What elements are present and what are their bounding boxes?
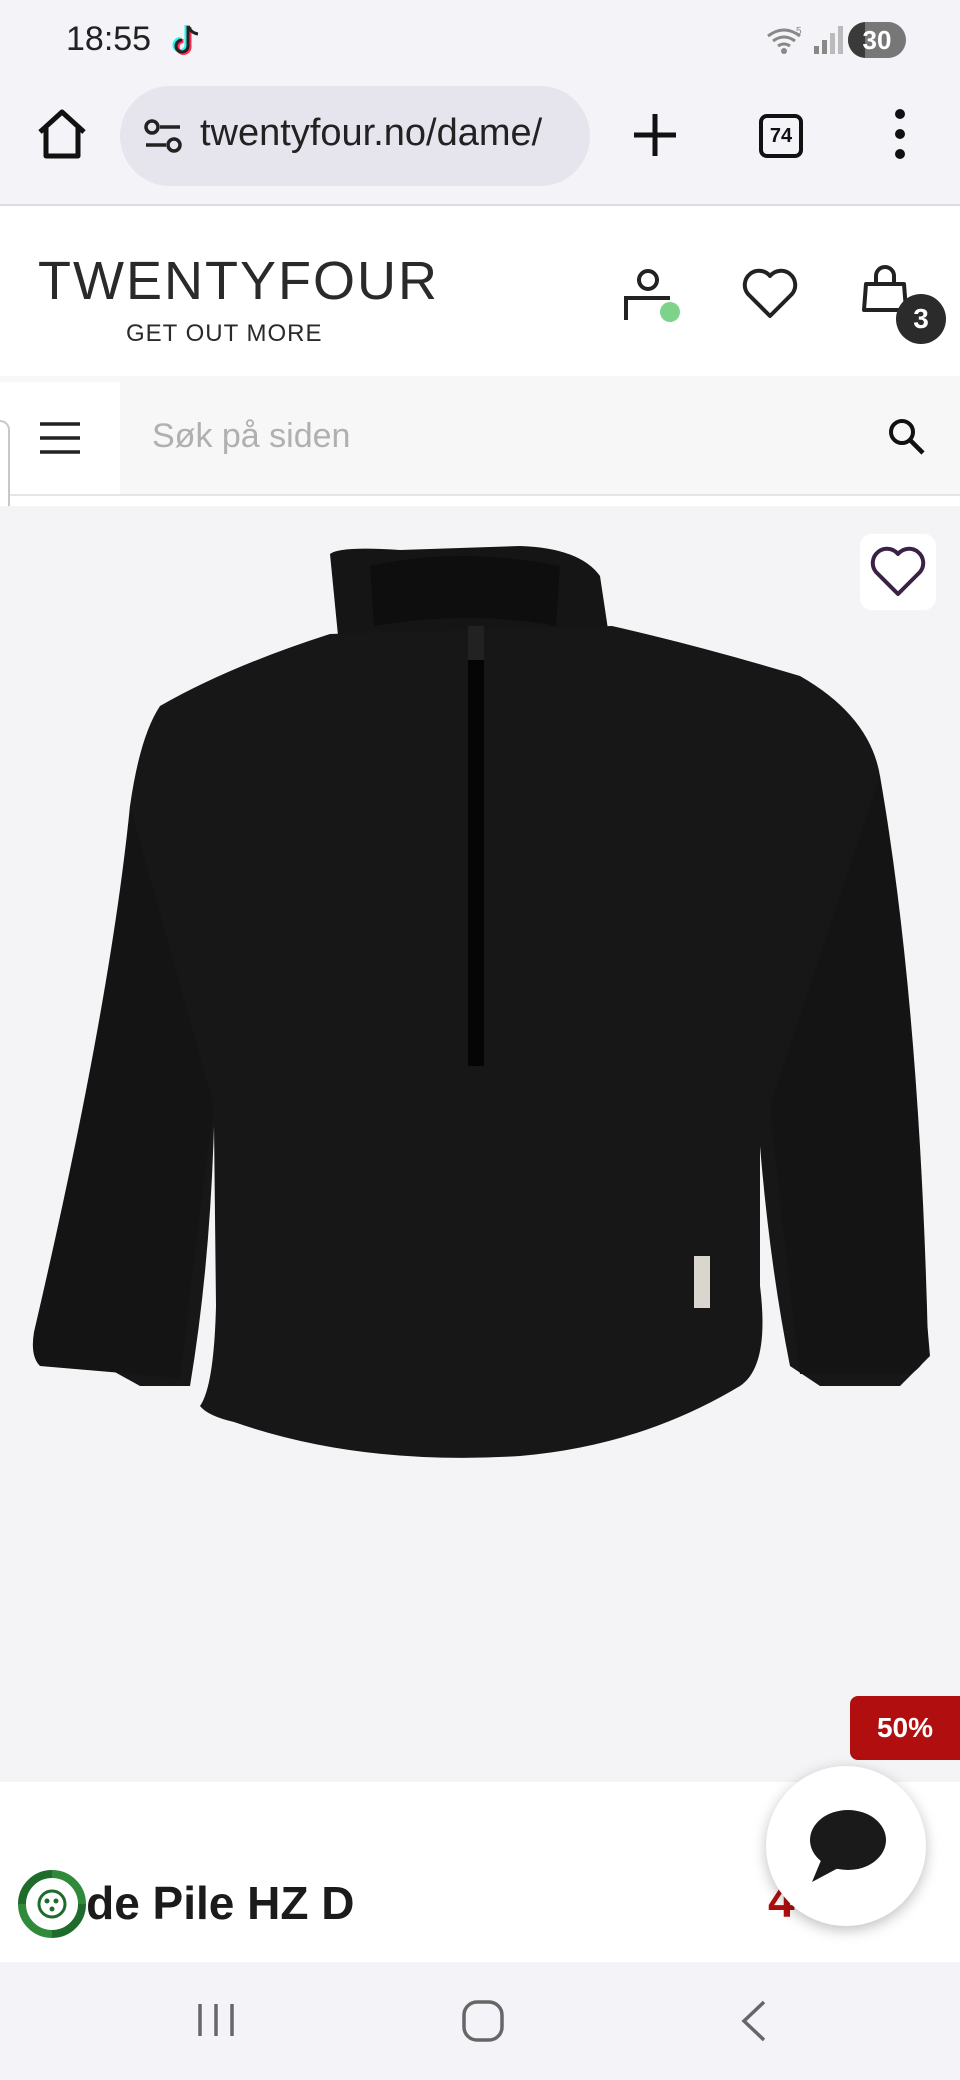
home-icon[interactable] bbox=[34, 106, 90, 162]
tabs-icon[interactable]: 74 bbox=[759, 114, 803, 158]
address-bar[interactable]: twentyfour.no/dame/ bbox=[120, 86, 590, 186]
recycle-icon bbox=[18, 1870, 86, 1938]
battery-icon: 30 bbox=[848, 22, 906, 58]
site-logo[interactable]: TWENTYFOUR GET OUT MORE bbox=[36, 250, 437, 350]
tab-count: 74 bbox=[769, 124, 793, 147]
recent-apps-icon[interactable] bbox=[194, 1998, 238, 2042]
menu-button[interactable] bbox=[0, 382, 120, 494]
plus-icon[interactable] bbox=[630, 110, 680, 160]
chat-button[interactable] bbox=[766, 1766, 926, 1926]
battery-level: 30 bbox=[862, 24, 892, 55]
search-input[interactable] bbox=[150, 404, 830, 468]
url-text[interactable]: twentyfour.no/dame/ bbox=[200, 112, 542, 155]
account-icon[interactable] bbox=[620, 266, 686, 332]
product-image[interactable]: 50% bbox=[0, 506, 960, 1782]
cart-button[interactable]: 3 bbox=[856, 262, 952, 352]
add-to-wishlist-button[interactable] bbox=[860, 534, 936, 610]
chat-bubble-icon bbox=[810, 1810, 886, 1882]
site-header: TWENTYFOUR GET OUT MORE 3 bbox=[0, 206, 960, 376]
heart-icon bbox=[870, 546, 926, 596]
hamburger-menu-icon bbox=[40, 422, 80, 454]
signal-icon bbox=[814, 26, 843, 54]
browser-toolbar: twentyfour.no/dame/ 74 bbox=[0, 76, 960, 206]
product-name[interactable]: ode Pile HZ D bbox=[58, 1876, 354, 1930]
home-nav-icon[interactable] bbox=[460, 1998, 506, 2044]
logo-wordmark: TWENTYFOUR bbox=[38, 251, 439, 311]
discount-badge: 50% bbox=[850, 1696, 960, 1760]
back-icon[interactable] bbox=[736, 1998, 772, 2044]
heart-icon[interactable] bbox=[740, 264, 800, 324]
cart-count-badge: 3 bbox=[896, 294, 946, 344]
search-icon[interactable] bbox=[886, 416, 926, 456]
svg-text:5: 5 bbox=[796, 26, 802, 37]
status-time: 18:55 bbox=[66, 20, 152, 58]
status-bar: 18:55 5 30 bbox=[0, 0, 960, 76]
search-bar bbox=[0, 376, 960, 496]
wifi-icon: 5 bbox=[767, 26, 802, 54]
product-old-price-cropped bbox=[808, 1950, 888, 1962]
logo-tagline: GET OUT MORE bbox=[126, 320, 323, 347]
fleece-jacket-image bbox=[32, 546, 930, 1458]
site-settings-icon[interactable] bbox=[142, 116, 184, 156]
system-navigation-bar bbox=[0, 1962, 960, 2080]
more-vertical-icon[interactable] bbox=[880, 106, 920, 162]
product-subtitle-cropped bbox=[80, 1950, 300, 1962]
tiktok-icon bbox=[172, 25, 199, 55]
